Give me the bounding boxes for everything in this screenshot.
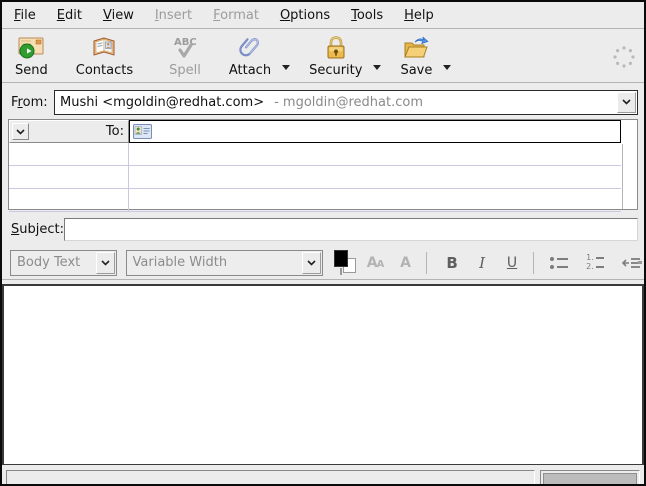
recipient-type-label: To:	[106, 124, 124, 139]
status-bar	[2, 468, 644, 486]
from-label: From:	[2, 95, 54, 110]
numbered-list-icon: 1. 2.	[586, 254, 604, 271]
from-identity-value: Mushi <mgoldin@redhat.com>	[60, 95, 264, 110]
vcard-icon	[133, 124, 152, 139]
format-toolbar: Body Text Variable Width AA A B I U	[2, 246, 644, 280]
save-button[interactable]: Save	[393, 31, 439, 80]
send-label: Send	[15, 63, 48, 78]
recipients-table: To:	[8, 119, 638, 210]
recipient-row: To:	[9, 120, 637, 143]
security-label: Security	[309, 63, 362, 78]
paragraph-style-dropdown-button[interactable]	[96, 252, 115, 274]
bullet-list-button[interactable]	[546, 250, 572, 276]
decrease-font-size-button: AA	[362, 250, 388, 276]
spell-label: Spell	[169, 63, 201, 78]
toolbar-separator	[533, 252, 534, 274]
chevron-down-icon	[101, 260, 110, 266]
recipient-type-dropdown-button[interactable]	[12, 123, 29, 140]
color-picker-handle	[340, 268, 342, 275]
recipient-empty-row[interactable]	[9, 166, 637, 189]
increase-font-size-button: A	[392, 250, 418, 276]
chevron-down-icon	[622, 99, 631, 105]
menu-bar: File Edit View Insert Format Options Too…	[2, 2, 644, 29]
menu-help[interactable]: Help	[402, 6, 436, 25]
security-lock-icon	[324, 33, 348, 63]
save-label: Save	[400, 63, 432, 78]
contacts-button[interactable]: Contacts	[69, 31, 140, 80]
recipient-type-button[interactable]: To:	[9, 120, 129, 143]
text-color-picker[interactable]	[332, 249, 358, 276]
numbered-list-button[interactable]: 1. 2.	[582, 250, 608, 276]
compose-window: File Edit View Insert Format Options Too…	[0, 0, 646, 486]
menu-insert: Insert	[153, 6, 194, 25]
attach-dropdown-arrow[interactable]	[280, 40, 292, 80]
attach-paperclip-icon	[237, 33, 263, 63]
message-body-editor[interactable]	[2, 284, 644, 465]
bullet-list-icon	[550, 257, 568, 269]
bold-button[interactable]: B	[439, 250, 465, 276]
status-message-area	[6, 470, 535, 486]
toolbar-overflow-sliver	[638, 261, 642, 264]
recipient-empty-row[interactable]	[9, 143, 637, 166]
status-progress-area	[540, 470, 640, 486]
recipient-input[interactable]	[129, 120, 621, 143]
underline-button[interactable]: U	[499, 250, 525, 276]
font-face-dropdown-button[interactable]	[302, 252, 321, 274]
main-toolbar: Send Contacts ABC	[2, 29, 644, 83]
menu-options[interactable]: Options	[278, 6, 332, 25]
toolbar-separator	[426, 252, 427, 274]
paragraph-style-combobox[interactable]: Body Text	[10, 250, 117, 276]
progress-bar	[543, 473, 637, 486]
activity-throbber-icon	[610, 43, 638, 71]
foreground-color-swatch[interactable]	[334, 250, 348, 267]
chevron-down-icon	[307, 260, 316, 266]
subject-label: Subject:	[2, 222, 64, 237]
italic-button[interactable]: I	[469, 250, 495, 276]
menu-format: Format	[211, 6, 261, 25]
menu-file[interactable]: File	[12, 6, 38, 25]
from-row: From: Mushi <mgoldin@redhat.com> - mgold…	[2, 89, 638, 115]
recipients-scrollbar-track[interactable]	[622, 144, 637, 209]
recipient-empty-row[interactable]	[9, 189, 637, 212]
chevron-down-icon	[16, 129, 25, 135]
attach-label: Attach	[229, 63, 271, 78]
from-dropdown-button[interactable]	[617, 92, 636, 113]
contacts-book-icon	[90, 33, 118, 63]
security-button[interactable]: Security	[302, 31, 369, 80]
font-face-combobox[interactable]: Variable Width	[126, 250, 324, 276]
attach-button[interactable]: Attach	[222, 31, 278, 80]
menu-edit[interactable]: Edit	[55, 6, 84, 25]
spell-button: ABC Spell	[162, 31, 208, 80]
save-dropdown-arrow[interactable]	[441, 40, 453, 80]
send-button[interactable]: Send	[8, 31, 55, 80]
send-envelope-icon	[16, 33, 46, 63]
security-dropdown-arrow[interactable]	[371, 40, 383, 80]
subject-row: Subject:	[2, 217, 638, 241]
contacts-label: Contacts	[76, 63, 133, 78]
menu-view[interactable]: View	[101, 6, 136, 25]
subject-input[interactable]	[64, 218, 638, 241]
from-identity-secondary: - mgoldin@redhat.com	[274, 95, 423, 110]
spell-check-icon: ABC	[170, 33, 200, 63]
from-identity-combobox[interactable]: Mushi <mgoldin@redhat.com> - mgoldin@red…	[54, 90, 638, 115]
paragraph-style-value: Body Text	[17, 255, 80, 270]
svg-text:ABC: ABC	[174, 37, 197, 48]
font-face-value: Variable Width	[133, 255, 228, 270]
save-folder-icon	[401, 33, 431, 63]
menu-tools[interactable]: Tools	[349, 6, 385, 25]
